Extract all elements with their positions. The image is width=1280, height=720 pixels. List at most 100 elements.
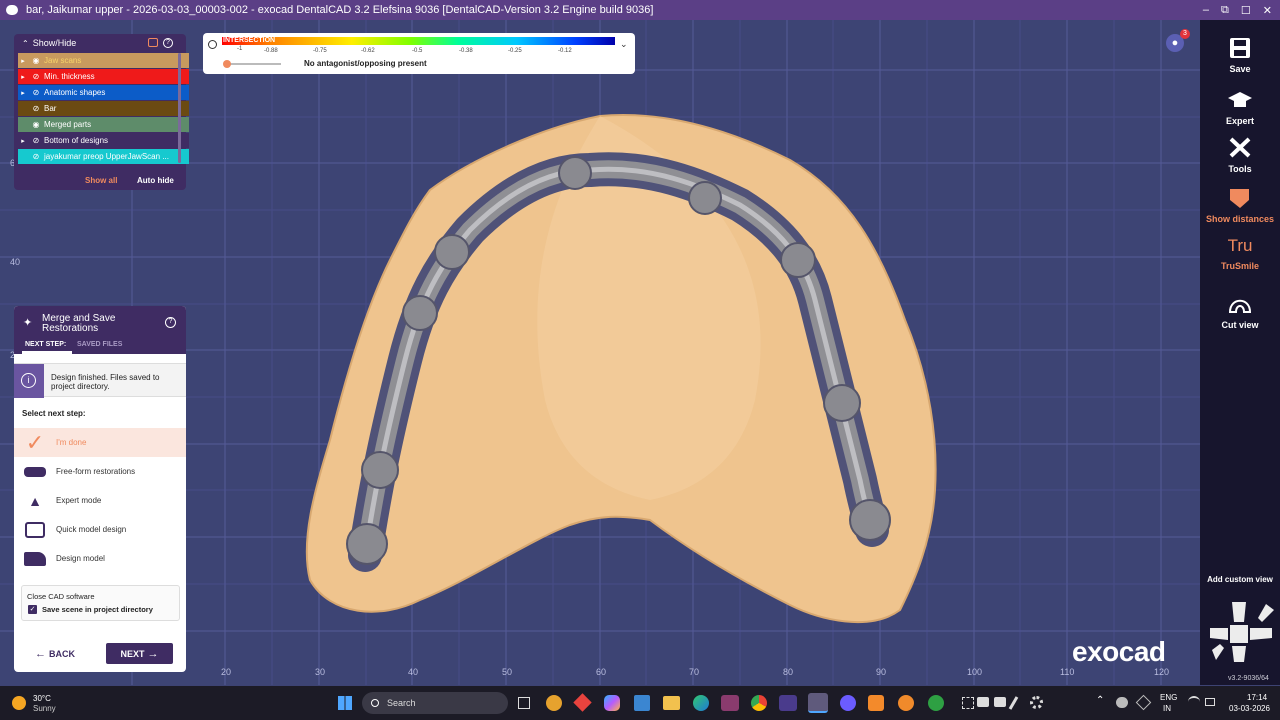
app-icon-record[interactable] [928,695,944,711]
save-scene-checkbox[interactable]: ✓ [28,605,37,614]
weather-description[interactable]: Sunny [33,704,56,713]
version-label: v3.2-9036/64 [1228,675,1269,682]
view-lower-left-icon[interactable] [1212,644,1224,660]
settings-gear-icon[interactable] [1030,696,1043,709]
pen-icon[interactable] [1008,696,1019,710]
step-expert-mode[interactable]: ▲ Expert mode [14,486,186,515]
chrome-canary-icon[interactable] [546,695,562,711]
weather-temperature[interactable]: 30°C [33,694,51,703]
layer-jaw-scans[interactable]: ▸ ◉ Jaw scans [18,53,189,68]
opacity-slider[interactable] [223,60,281,68]
expand-arrow-icon[interactable]: ▸ [18,89,28,97]
view-bottom-icon[interactable] [1232,646,1246,662]
tray-app-icon[interactable] [1116,697,1128,708]
minimize-button[interactable]: – [1203,4,1209,16]
help-icon[interactable]: ? [165,317,176,328]
cut-view-tool-button[interactable]: Cut view [1200,292,1280,330]
expand-arrow-icon[interactable]: ▸ [18,137,28,145]
view-cube-navigator[interactable] [1200,598,1280,668]
exoview-icon[interactable] [779,695,797,711]
anydesk-icon[interactable] [573,693,592,712]
trusmile-tool-label: TruSmile [1220,261,1259,271]
antagonist-status: No antagonist/opposing present [304,59,427,68]
weather-sun-icon[interactable] [12,696,26,710]
add-custom-view-button[interactable]: Add custom view [1200,575,1280,584]
show-distances-tool-button[interactable]: Show distances [1200,186,1280,224]
layer-bar[interactable]: ⊘ Bar [18,101,189,116]
x-tick-label: 90 [876,667,887,677]
task-view-icon[interactable] [518,697,530,709]
save-scene-label[interactable]: Save scene in project directory [42,605,153,614]
eye-hidden-icon[interactable]: ⊘ [28,136,44,145]
taskbar-search-box[interactable]: Search [362,692,508,714]
next-button[interactable]: NEXT → [106,643,173,664]
quick-model-icon [14,521,56,538]
collapse-chevron-icon[interactable]: ⌃ [22,39,29,48]
layer-bottom-of-designs[interactable]: ▸ ⊘ Bottom of designs [18,133,189,148]
tab-saved-files[interactable]: SAVED FILES [77,341,122,348]
step-quick-model-design[interactable]: Quick model design [14,515,186,544]
app-icon-bird[interactable] [840,695,856,711]
maximize-button[interactable]: ☐ [1241,4,1251,17]
wifi-icon[interactable] [1188,696,1200,706]
clock-time[interactable]: 17:14 [1247,693,1267,702]
language-indicator-line1[interactable]: ENG [1160,693,1177,702]
show-all-button[interactable]: Show all [85,176,117,185]
tab-next-step[interactable]: NEXT STEP: [25,341,66,348]
copilot-icon[interactable] [604,695,620,711]
layer-merged-parts[interactable]: ◉ Merged parts [18,117,189,132]
snipping-tool-icon[interactable] [962,697,974,709]
graduation-cap-icon [1228,92,1252,107]
save-tool-button[interactable]: Save [1200,36,1280,74]
merge-save-panel: ✦ Merge and Save Restorations ? NEXT STE… [14,306,186,672]
eye-hidden-icon[interactable]: ⊘ [28,104,44,113]
tray-send-icon[interactable] [1135,694,1152,711]
chrome-icon[interactable] [751,695,767,711]
clock-date[interactable]: 03-03-2026 [1229,704,1270,713]
video-camera-icon[interactable] [994,697,1006,707]
layer-upper-jaw-scan[interactable]: ⊘ jayakumar preop UpperJawScan ... [18,149,189,164]
help-icon[interactable]: ? [163,38,173,48]
app-icon-orange[interactable] [868,695,884,711]
expand-arrow-icon[interactable]: ▸ [18,73,28,81]
blender-icon[interactable] [898,695,914,711]
camera-icon[interactable] [977,697,989,707]
eye-hidden-icon[interactable]: ⊘ [28,88,44,97]
view-top-icon[interactable] [1232,602,1246,622]
step-free-form-restorations[interactable]: Free-form restorations [14,457,186,486]
tools-tool-button[interactable]: Tools [1200,136,1280,174]
visibility-filter-icon[interactable] [148,38,158,47]
layer-scrollbar[interactable] [178,53,181,163]
legend-collapse-chevron-icon[interactable]: ⌄ [620,39,628,50]
view-right-icon[interactable] [1250,628,1272,640]
edge-icon[interactable] [693,695,709,711]
expand-arrow-icon[interactable]: ▸ [18,57,28,65]
trusmile-tool-button[interactable]: Tru TruSmile [1200,236,1280,271]
back-button[interactable]: ← BACK [35,644,75,664]
windows-start-icon[interactable] [338,696,352,710]
close-button[interactable]: ✕ [1263,4,1272,17]
view-left-icon[interactable] [1210,628,1228,640]
battery-icon[interactable] [1205,698,1215,706]
language-indicator-line2[interactable]: IN [1163,704,1171,713]
microsoft-store-icon[interactable] [634,695,650,711]
tray-overflow-chevron-icon[interactable]: ⌃ [1096,695,1104,706]
layer-min-thickness[interactable]: ▸ ⊘ Min. thickness [18,69,189,84]
auto-hide-button[interactable]: Auto hide [137,176,174,185]
step-im-done[interactable]: ✓ I'm done [14,428,186,457]
eye-hidden-icon[interactable]: ⊘ [28,152,44,161]
layer-anatomic-shapes[interactable]: ▸ ⊘ Anatomic shapes [18,85,189,100]
eye-hidden-icon[interactable]: ⊘ [28,72,44,81]
view-front-icon[interactable] [1230,625,1248,643]
opacity-slider-handle[interactable] [223,60,231,68]
eye-icon[interactable]: ◉ [28,56,44,65]
x-tick-label: 100 [967,667,983,677]
exocad-taskbar-icon[interactable] [721,695,739,711]
expert-tool-button[interactable]: Expert [1200,88,1280,126]
step-design-model[interactable]: Design model [14,544,186,573]
file-explorer-icon[interactable] [663,696,680,710]
eye-icon[interactable]: ◉ [28,120,44,129]
view-upper-right-icon[interactable] [1258,604,1274,622]
restore-button[interactable]: ⧉ [1221,4,1229,17]
dentalcad-icon[interactable] [808,693,828,713]
